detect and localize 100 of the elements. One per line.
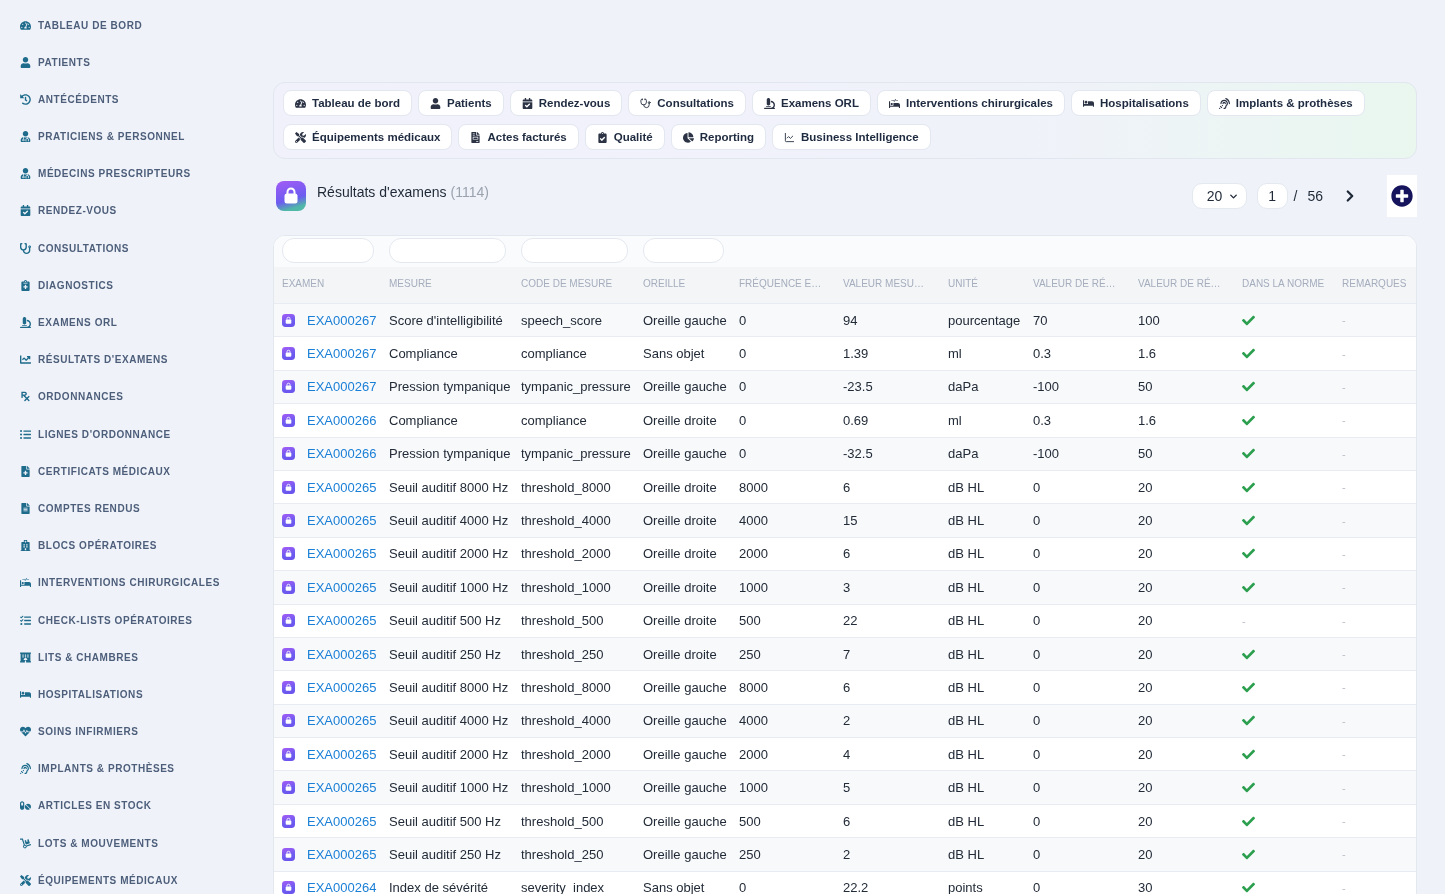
- table-cell-text: Oreille gauche: [642, 379, 727, 395]
- column-header: UNITÉ: [947, 278, 979, 289]
- table-cell-text: threshold_8000: [520, 680, 611, 695]
- sidebar-item[interactable]: MÉDECINS PRESCRIPTEURS: [20, 165, 191, 182]
- table-cell-text: 20: [1137, 780, 1153, 796]
- filter-field[interactable]: [282, 238, 374, 263]
- nav-tab[interactable]: Actes facturés: [458, 124, 579, 150]
- dolly-icon: [20, 837, 31, 849]
- table-cell-text: Seuil auditif 500 Hz: [388, 613, 501, 629]
- nav-tab[interactable]: Interventions chirurgicales: [876, 90, 1065, 116]
- sidebar-item[interactable]: ORDONNANCES: [20, 388, 124, 405]
- sidebar-item[interactable]: LOTS & MOUVEMENTS: [20, 835, 159, 852]
- exam-link[interactable]: EXA000265: [307, 813, 377, 829]
- sidebar-item[interactable]: RÉSULTATS D'EXAMENS: [20, 351, 169, 368]
- sidebar-item[interactable]: BLOCS OPÉRATOIRES: [20, 537, 157, 554]
- sidebar-item[interactable]: ANTÉCÉDENTS: [20, 91, 120, 108]
- sidebar-item[interactable]: RENDEZ-VOUS: [20, 202, 117, 219]
- sidebar-item[interactable]: CERTIFICATS MÉDICAUX: [20, 463, 171, 480]
- sidebar-item[interactable]: SOINS INFIRMIERS: [20, 723, 139, 740]
- table-cell-text: 22.2: [842, 880, 869, 894]
- table-cell-text: -: [1341, 648, 1346, 661]
- exam-link[interactable]: EXA000267: [307, 346, 377, 362]
- nav-tab[interactable]: Consultations: [628, 90, 746, 116]
- medical-clipboard-icon: [20, 279, 31, 291]
- nav-tab[interactable]: Examens ORL: [751, 90, 871, 116]
- table-cell-text: 8000: [738, 680, 768, 695]
- exam-link[interactable]: EXA000267: [307, 312, 377, 328]
- nav-tab[interactable]: Business Intelligence: [772, 124, 931, 150]
- table-cell-text: 20: [1137, 579, 1153, 595]
- table-cell-text: -23.5: [842, 379, 873, 395]
- table-cell-text: 500: [738, 613, 761, 629]
- table-cell-text: 0.3: [1032, 412, 1052, 428]
- sidebar-item[interactable]: CONSULTATIONS: [20, 240, 130, 257]
- table-cell-text: dB HL: [947, 713, 985, 729]
- sidebar-item[interactable]: CHECK-LISTS OPÉRATOIRES: [20, 612, 193, 628]
- exam-link[interactable]: EXA000265: [307, 546, 377, 562]
- table-cell-text: 0: [738, 379, 747, 395]
- page-size-select[interactable]: 20: [1191, 183, 1247, 209]
- table-cell-text: 4: [842, 746, 851, 762]
- filter-field[interactable]: [521, 238, 628, 263]
- nav-tab[interactable]: Patients: [417, 90, 504, 116]
- nav-tab[interactable]: Hospitalisations: [1070, 90, 1201, 116]
- add-button[interactable]: [1387, 175, 1417, 217]
- table-cell-text: 500: [738, 813, 761, 829]
- prescription-icon: [20, 391, 31, 403]
- nav-tab[interactable]: Tableau de bord: [283, 90, 412, 116]
- filter-field[interactable]: [389, 238, 506, 263]
- doctor-icon: [20, 168, 31, 180]
- exam-link[interactable]: EXA000266: [307, 446, 377, 462]
- table-cell-text: -: [1341, 314, 1346, 327]
- sidebar-item[interactable]: TABLEAU DE BORD: [20, 17, 143, 33]
- sidebar-item[interactable]: ÉQUIPEMENTS MÉDICAUX: [20, 872, 178, 889]
- sidebar-item[interactable]: EXAMENS ORL: [20, 314, 118, 331]
- sidebar-item[interactable]: IMPLANTS & PROTHÈSES: [20, 760, 175, 777]
- sidebar-item[interactable]: LIGNES D'ORDONNANCE: [20, 426, 171, 443]
- exam-link[interactable]: EXA000265: [307, 846, 377, 862]
- column-header: VALEUR DE RÉ…: [1137, 278, 1222, 289]
- list-icon: [20, 428, 31, 440]
- lock-icon: [282, 747, 295, 761]
- exam-link[interactable]: EXA000265: [307, 579, 377, 595]
- exam-link[interactable]: EXA000267: [307, 379, 377, 395]
- nav-tab[interactable]: Implants & prothèses: [1206, 90, 1365, 116]
- bed-icon: [20, 688, 31, 700]
- exam-link[interactable]: EXA000265: [307, 613, 377, 629]
- nav-tab[interactable]: Équipements médicaux: [283, 124, 453, 150]
- stethoscope-icon: [20, 242, 31, 254]
- exam-link[interactable]: EXA000265: [307, 713, 377, 729]
- exam-link[interactable]: EXA000266: [307, 412, 377, 428]
- sidebar-item[interactable]: PATIENTS: [20, 54, 91, 71]
- hospital-bed-icon: [888, 97, 900, 109]
- nav-tab[interactable]: Qualité: [584, 124, 665, 150]
- table-cell-text: 0: [1032, 680, 1041, 695]
- table-cell-text: 8000: [738, 479, 768, 495]
- exam-link[interactable]: EXA000264: [307, 880, 377, 894]
- sidebar-item[interactable]: LITS & CHAMBRES: [20, 649, 139, 666]
- exam-link[interactable]: EXA000265: [307, 513, 377, 529]
- filter-field[interactable]: [643, 238, 724, 263]
- table-cell-text: Oreille droite: [642, 613, 717, 629]
- table-cell-text: 0: [1032, 546, 1041, 562]
- sidebar-item[interactable]: PRATICIENS & PERSONNEL: [20, 128, 185, 145]
- sidebar-item[interactable]: COMPTES RENDUS: [20, 500, 141, 517]
- page-input[interactable]: 1: [1256, 183, 1288, 209]
- sidebar-item[interactable]: INTERVENTIONS CHIRURGICALES: [20, 574, 220, 591]
- column-header: FRÉQUENCE E…: [738, 278, 823, 289]
- lock-icon: [282, 647, 295, 661]
- table-cell-text: Index de sévérité: [388, 880, 488, 894]
- nav-tab[interactable]: Reporting: [670, 124, 767, 150]
- exam-link[interactable]: EXA000265: [307, 646, 377, 662]
- sidebar-item[interactable]: ARTICLES EN STOCK: [20, 797, 152, 814]
- exam-link[interactable]: EXA000265: [307, 780, 377, 796]
- sidebar-item[interactable]: HOSPITALISATIONS: [20, 686, 144, 703]
- table-cell-text: 30: [1137, 880, 1153, 894]
- table-cell-text: dB HL: [947, 746, 985, 762]
- table-cell-text: 0: [1032, 746, 1041, 762]
- exam-link[interactable]: EXA000265: [307, 479, 377, 495]
- exam-link[interactable]: EXA000265: [307, 746, 377, 762]
- sidebar-item[interactable]: DIAGNOSTICS: [20, 277, 114, 294]
- exam-link[interactable]: EXA000265: [307, 680, 377, 695]
- table-cell-text: dB HL: [947, 813, 985, 829]
- nav-tab[interactable]: Rendez-vous: [509, 90, 623, 116]
